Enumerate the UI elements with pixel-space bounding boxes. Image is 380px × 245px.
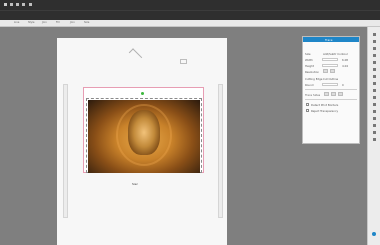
right-tool-strip [367, 27, 380, 245]
zoom-icon[interactable] [372, 232, 376, 236]
panel-row-value: Cut Outline [323, 77, 339, 81]
mat-left-rail [63, 84, 68, 218]
section-label: Trace Sides [305, 93, 321, 97]
round-field[interactable] [322, 83, 338, 86]
panel-row-label: Cutting Edge [305, 77, 323, 81]
tool-icon[interactable] [373, 124, 376, 127]
toolbar-label: Fill [56, 21, 60, 24]
mat-corner-mark [180, 59, 187, 64]
mat-right-rail [218, 84, 223, 218]
panel-row-label: Round [305, 83, 314, 87]
tool-icon[interactable] [373, 75, 376, 78]
height-field[interactable] [322, 64, 338, 67]
artboard-label: Sier [132, 182, 138, 186]
panel-divider [305, 99, 357, 100]
trace-side-button-1[interactable] [324, 92, 329, 96]
lion-mane [116, 104, 172, 166]
trace-side-button-3[interactable] [338, 92, 343, 96]
tool-icon[interactable] [373, 68, 376, 71]
trace-side-button-2[interactable] [331, 92, 336, 96]
toolbar-label: Style [28, 21, 35, 24]
panel-title: Trace [325, 38, 333, 42]
width-value: 6.08 [342, 58, 348, 62]
panel-header: Trace [303, 37, 359, 42]
reject-transparency-label: Reject Transparency [311, 109, 339, 113]
detect-print-borders-checkbox[interactable] [306, 103, 309, 106]
round-value: 0 [342, 83, 344, 87]
panel-row-value: Add/Subtr Contour [323, 52, 348, 56]
tool-icon[interactable] [373, 96, 376, 99]
panel-row-label: Size [305, 52, 311, 56]
tool-icon[interactable] [373, 103, 376, 106]
trace-panel: Trace Size Add/Subtr Contour Width 6.08 … [302, 36, 360, 144]
new-file-icon[interactable] [10, 3, 13, 6]
tool-icon[interactable] [373, 110, 376, 113]
panel-row-label: Width [305, 58, 313, 62]
title-bar [0, 0, 380, 10]
options-toolbar: Line Style Join Fill Join Size [0, 20, 380, 27]
undo-icon[interactable] [29, 3, 32, 6]
tool-icon[interactable] [373, 47, 376, 50]
tool-icon[interactable] [373, 82, 376, 85]
tool-icon[interactable] [373, 54, 376, 57]
lion-image[interactable] [88, 100, 200, 173]
tool-icon[interactable] [373, 138, 376, 141]
height-value: 4.04 [342, 64, 348, 68]
app-menu-icon[interactable] [4, 3, 7, 6]
tool-icon[interactable] [373, 61, 376, 64]
reject-transparency-checkbox[interactable] [306, 109, 309, 112]
toolbar-label: Join [70, 21, 75, 24]
panel-row-label: Height [305, 64, 314, 68]
tool-icon[interactable] [373, 89, 376, 92]
width-field[interactable] [322, 58, 338, 61]
tool-icon[interactable] [373, 131, 376, 134]
rotate-handle[interactable] [141, 92, 144, 95]
open-file-icon[interactable] [16, 3, 19, 6]
toolbar-label: Size [84, 21, 90, 24]
resolution-button-1[interactable] [323, 69, 328, 73]
tool-icon[interactable] [373, 40, 376, 43]
toolbar-label: Line [14, 21, 20, 24]
tool-icon[interactable] [373, 33, 376, 36]
resolution-button-2[interactable] [330, 69, 335, 73]
save-icon[interactable] [22, 3, 25, 6]
panel-divider [305, 89, 357, 90]
mat-top-arrow [128, 48, 143, 62]
tool-icon[interactable] [373, 117, 376, 120]
toolbar-label: Join [42, 21, 47, 24]
detect-print-borders-label: Detect Print Borders [311, 103, 339, 107]
panel-row-label: Resolution [305, 70, 320, 74]
